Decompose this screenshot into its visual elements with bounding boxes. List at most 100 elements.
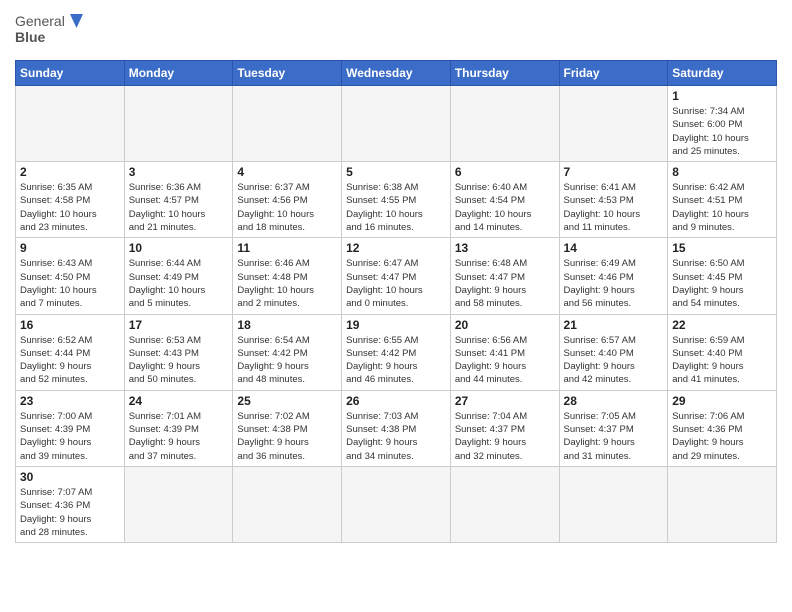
header: General Blue (15, 10, 777, 52)
calendar-day-cell: 19Sunrise: 6:55 AM Sunset: 4:42 PM Dayli… (342, 314, 451, 390)
day-info: Sunrise: 7:07 AM Sunset: 4:36 PM Dayligh… (20, 486, 120, 539)
calendar-day-cell: 2 Sunrise: 6:35 AM Sunset: 4:58 PM Daylig… (16, 162, 125, 238)
day-info: Sunrise: 6:54 AM Sunset: 4:42 PM Dayligh… (237, 334, 337, 387)
generalblue-logo: General Blue (15, 10, 85, 52)
calendar-header-monday: Monday (124, 61, 233, 86)
calendar-day-cell (16, 86, 125, 162)
day-info: Sunrise: 7:00 AM Sunset: 4:39 PM Dayligh… (20, 410, 120, 463)
calendar-week-row: 16 Sunrise: 6:52 AM Sunset: 4:44 PM Dayli… (16, 314, 777, 390)
calendar-header-thursday: Thursday (450, 61, 559, 86)
day-info: Sunrise: 6:49 AM Sunset: 4:46 PM Dayligh… (564, 257, 664, 310)
day-number: 29 (672, 394, 772, 408)
day-number: 18 (237, 318, 337, 332)
calendar-header-row: SundayMondayTuesdayWednesdayThursdayFrid… (16, 61, 777, 86)
day-info: Sunrise: 7:01 AM Sunset: 4:39 PM Dayligh… (129, 410, 229, 463)
day-info: Sunrise: 6:47 AM Sunset: 4:47 PM Dayligh… (346, 257, 446, 310)
calendar-day-cell (559, 86, 668, 162)
day-info: Sunrise: 6:56 AM Sunset: 4:41 PM Dayligh… (455, 334, 555, 387)
calendar-week-row: 30 Sunrise: 7:07 AM Sunset: 4:36 PM Dayli… (16, 466, 777, 542)
calendar-day-cell: 23 Sunrise: 7:00 AM Sunset: 4:39 PM Dayli… (16, 390, 125, 466)
calendar-day-cell: 8 Sunrise: 6:42 AM Sunset: 4:51 PM Daylig… (668, 162, 777, 238)
day-number: 2 (20, 165, 120, 179)
day-info: Sunrise: 6:53 AM Sunset: 4:43 PM Dayligh… (129, 334, 229, 387)
day-number: 17 (129, 318, 229, 332)
day-number: 26 (346, 394, 446, 408)
day-info: Sunrise: 7:03 AM Sunset: 4:38 PM Dayligh… (346, 410, 446, 463)
calendar-header-saturday: Saturday (668, 61, 777, 86)
day-number: 22 (672, 318, 772, 332)
day-info: Sunrise: 6:46 AM Sunset: 4:48 PM Dayligh… (237, 257, 337, 310)
day-number: 20 (455, 318, 555, 332)
calendar-day-cell (124, 466, 233, 542)
calendar-day-cell: 25Sunrise: 7:02 AM Sunset: 4:38 PM Dayli… (233, 390, 342, 466)
day-info: Sunrise: 6:36 AM Sunset: 4:57 PM Dayligh… (129, 181, 229, 234)
calendar-day-cell (668, 466, 777, 542)
calendar-day-cell: 11 Sunrise: 6:46 AM Sunset: 4:48 PM Dayli… (233, 238, 342, 314)
day-number: 13 (455, 241, 555, 255)
calendar-header-wednesday: Wednesday (342, 61, 451, 86)
day-info: Sunrise: 6:48 AM Sunset: 4:47 PM Dayligh… (455, 257, 555, 310)
day-info: Sunrise: 7:34 AM Sunset: 6:00 PM Dayligh… (672, 105, 772, 158)
day-number: 11 (237, 241, 337, 255)
svg-text:Blue: Blue (15, 29, 46, 45)
calendar-header-friday: Friday (559, 61, 668, 86)
day-info: Sunrise: 6:59 AM Sunset: 4:40 PM Dayligh… (672, 334, 772, 387)
calendar-week-row: 2 Sunrise: 6:35 AM Sunset: 4:58 PM Daylig… (16, 162, 777, 238)
day-info: Sunrise: 7:04 AM Sunset: 4:37 PM Dayligh… (455, 410, 555, 463)
day-number: 27 (455, 394, 555, 408)
calendar-week-row: 1Sunrise: 7:34 AM Sunset: 6:00 PM Daylig… (16, 86, 777, 162)
calendar-day-cell: 3Sunrise: 6:36 AM Sunset: 4:57 PM Daylig… (124, 162, 233, 238)
day-number: 23 (20, 394, 120, 408)
day-info: Sunrise: 6:35 AM Sunset: 4:58 PM Dayligh… (20, 181, 120, 234)
calendar-day-cell: 12 Sunrise: 6:47 AM Sunset: 4:47 PM Dayli… (342, 238, 451, 314)
calendar-day-cell: 24 Sunrise: 7:01 AM Sunset: 4:39 PM Dayli… (124, 390, 233, 466)
calendar-day-cell (124, 86, 233, 162)
calendar-day-cell: 21Sunrise: 6:57 AM Sunset: 4:40 PM Dayli… (559, 314, 668, 390)
calendar-day-cell: 1Sunrise: 7:34 AM Sunset: 6:00 PM Daylig… (668, 86, 777, 162)
calendar-week-row: 9Sunrise: 6:43 AM Sunset: 4:50 PM Daylig… (16, 238, 777, 314)
logo: General Blue (15, 10, 85, 52)
day-info: Sunrise: 6:42 AM Sunset: 4:51 PM Dayligh… (672, 181, 772, 234)
day-info: Sunrise: 6:40 AM Sunset: 4:54 PM Dayligh… (455, 181, 555, 234)
day-number: 7 (564, 165, 664, 179)
day-number: 25 (237, 394, 337, 408)
day-number: 28 (564, 394, 664, 408)
day-info: Sunrise: 6:41 AM Sunset: 4:53 PM Dayligh… (564, 181, 664, 234)
calendar-header-sunday: Sunday (16, 61, 125, 86)
calendar-day-cell: 6 Sunrise: 6:40 AM Sunset: 4:54 PM Daylig… (450, 162, 559, 238)
day-number: 30 (20, 470, 120, 484)
calendar-day-cell: 7 Sunrise: 6:41 AM Sunset: 4:53 PM Daylig… (559, 162, 668, 238)
day-number: 16 (20, 318, 120, 332)
calendar-day-cell (342, 466, 451, 542)
calendar-day-cell: 17 Sunrise: 6:53 AM Sunset: 4:43 PM Dayli… (124, 314, 233, 390)
calendar-header-tuesday: Tuesday (233, 61, 342, 86)
day-number: 8 (672, 165, 772, 179)
day-info: Sunrise: 7:06 AM Sunset: 4:36 PM Dayligh… (672, 410, 772, 463)
calendar-day-cell (342, 86, 451, 162)
day-info: Sunrise: 6:52 AM Sunset: 4:44 PM Dayligh… (20, 334, 120, 387)
svg-text:General: General (15, 13, 65, 29)
day-info: Sunrise: 7:05 AM Sunset: 4:37 PM Dayligh… (564, 410, 664, 463)
day-number: 14 (564, 241, 664, 255)
calendar-week-row: 23 Sunrise: 7:00 AM Sunset: 4:39 PM Dayli… (16, 390, 777, 466)
calendar-day-cell (450, 86, 559, 162)
calendar: SundayMondayTuesdayWednesdayThursdayFrid… (15, 60, 777, 543)
page: General Blue SundayMondayTuesdayWednesda… (0, 0, 792, 612)
calendar-day-cell: 15Sunrise: 6:50 AM Sunset: 4:45 PM Dayli… (668, 238, 777, 314)
calendar-day-cell: 16 Sunrise: 6:52 AM Sunset: 4:44 PM Dayli… (16, 314, 125, 390)
calendar-day-cell: 18 Sunrise: 6:54 AM Sunset: 4:42 PM Dayli… (233, 314, 342, 390)
day-number: 24 (129, 394, 229, 408)
day-number: 10 (129, 241, 229, 255)
calendar-day-cell: 26 Sunrise: 7:03 AM Sunset: 4:38 PM Dayli… (342, 390, 451, 466)
day-info: Sunrise: 6:44 AM Sunset: 4:49 PM Dayligh… (129, 257, 229, 310)
calendar-day-cell: 4 Sunrise: 6:37 AM Sunset: 4:56 PM Daylig… (233, 162, 342, 238)
calendar-day-cell (233, 86, 342, 162)
day-number: 4 (237, 165, 337, 179)
day-number: 12 (346, 241, 446, 255)
day-number: 6 (455, 165, 555, 179)
day-info: Sunrise: 6:57 AM Sunset: 4:40 PM Dayligh… (564, 334, 664, 387)
day-info: Sunrise: 6:37 AM Sunset: 4:56 PM Dayligh… (237, 181, 337, 234)
calendar-day-cell (559, 466, 668, 542)
day-number: 15 (672, 241, 772, 255)
calendar-day-cell: 13 Sunrise: 6:48 AM Sunset: 4:47 PM Dayli… (450, 238, 559, 314)
